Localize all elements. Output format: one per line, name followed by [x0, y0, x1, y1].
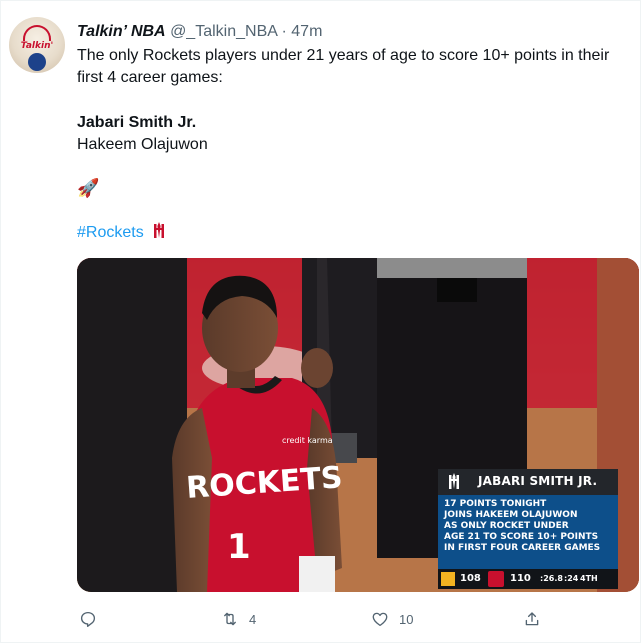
jersey-number: 1: [227, 527, 251, 567]
like-button[interactable]: 10: [371, 605, 413, 633]
display-name[interactable]: Talkin’ NBA: [77, 23, 166, 40]
retweet-button[interactable]: 4: [221, 605, 256, 633]
graphic-title-bar: JABARI SMITH JR.: [438, 469, 618, 495]
away-score: 108: [460, 573, 481, 584]
basketball-icon: [28, 53, 46, 71]
retweet-count: 4: [249, 611, 257, 627]
game-clock: :26.8: [540, 574, 563, 583]
share-icon: [525, 612, 539, 626]
timestamp[interactable]: 47m: [291, 23, 322, 40]
pistons-logo-icon: [441, 572, 455, 586]
tweet-card[interactable]: Talkin' Talkin’ NBA @_Talkin_NBA · 47m T…: [0, 0, 641, 643]
share-button[interactable]: [523, 605, 551, 633]
quarter: 4TH: [580, 574, 598, 583]
graphic-highlight: 17 POINTS TONIGHT: [444, 499, 547, 509]
rockets-logo-icon: [488, 571, 504, 587]
user-handle[interactable]: @_Talkin_NBA: [170, 23, 277, 40]
reply-icon: [80, 611, 96, 627]
hashtag-link[interactable]: #Rockets: [77, 224, 144, 241]
graphic-body: 17 POINTS TONIGHT JOINS HAKEEM OLAJUWON …: [438, 495, 618, 569]
avatar[interactable]: Talkin': [9, 17, 65, 73]
player-name-1: Jabari Smith Jr.: [77, 114, 197, 131]
reply-button[interactable]: [79, 605, 107, 633]
tweet-header: Talkin’ NBA @_Talkin_NBA · 47m: [77, 22, 322, 42]
jersey-sponsor: credit karma: [282, 436, 333, 445]
graphic-line: AS ONLY ROCKET UNDER: [444, 521, 569, 531]
scoreboard: 108 110 :26.8 :24 4TH: [438, 569, 618, 589]
heart-icon: [372, 612, 388, 627]
broadcast-graphic: JABARI SMITH JR. 17 POINTS TONIGHT JOINS…: [438, 469, 618, 589]
tweet-media[interactable]: ROCKETS 1 credit karma JABARI SMITH JR. …: [77, 258, 639, 592]
home-score: 110: [510, 573, 531, 584]
graphic-player-name: JABARI SMITH JR.: [478, 474, 598, 488]
graphic-line: JOINS HAKEEM OLAJUWON: [444, 510, 578, 520]
rockets-logo-icon: [154, 222, 165, 238]
tweet-actions: 4 10: [77, 605, 637, 633]
tweet-text: The only Rockets players under 21 years …: [77, 47, 610, 86]
player-name-2: Hakeem Olajuwon: [77, 136, 208, 153]
like-count: 10: [399, 611, 414, 627]
hoop-icon: [23, 25, 51, 41]
rockets-logo-icon: [449, 473, 459, 489]
hashtag-line: #Rockets: [77, 222, 166, 244]
retweet-icon: [224, 612, 236, 626]
avatar-logo-text: Talkin': [20, 41, 54, 51]
graphic-line: AGE 21 TO SCORE 10+ POINTS: [444, 532, 599, 542]
graphic-line: IN FIRST FOUR CAREER GAMES: [444, 543, 601, 553]
separator-dot: ·: [281, 23, 287, 40]
shot-clock: :24: [564, 574, 579, 583]
rocket-emoji: 🚀: [77, 178, 100, 198]
